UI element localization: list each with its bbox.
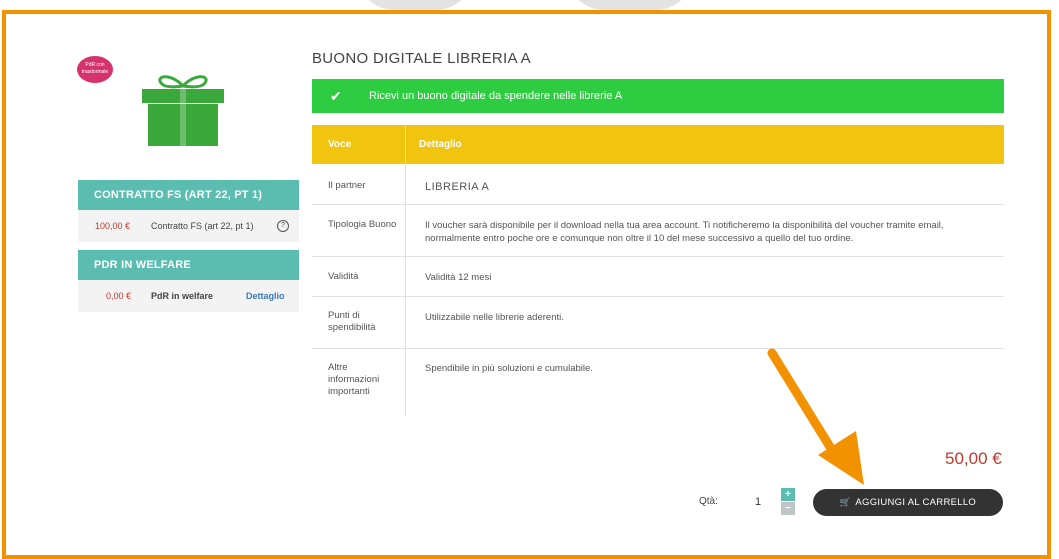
info-icon[interactable]: ? <box>277 220 289 232</box>
details-table-header: Voce Dettaglio <box>312 125 1004 164</box>
table-row-label: Tipologia Buono <box>328 219 397 230</box>
header-divider <box>405 125 406 164</box>
contract-amount: 100,00 € <box>95 221 131 231</box>
welfare-label: PdR in welfare <box>151 291 214 301</box>
contract-section-header: CONTRATTO FS (ART 22, PT 1) <box>78 180 299 210</box>
table-row-value: Spendibile in più soluzioni e cumulabile… <box>425 363 593 374</box>
welfare-balance-row: 0,00 € PdR in welfare Dettaglio <box>78 280 299 312</box>
annotation-arrow <box>767 348 864 485</box>
table-row-label: Il partner <box>328 180 366 191</box>
row-divider <box>312 296 1004 297</box>
table-row-value: Validità 12 mesi <box>425 272 492 283</box>
decor-shape <box>565 0 695 10</box>
product-price: 50,00 € <box>945 449 1002 468</box>
table-row-label: Altre informazioni importanti <box>328 362 380 397</box>
table-row-value: LIBRERIA A <box>425 181 490 193</box>
contract-label: Contratto FS (art 22, pt 1) <box>151 221 254 231</box>
add-to-cart-label: AGGIUNGI AL CARRELLO <box>855 497 977 508</box>
add-to-cart-button[interactable]: 🛒 AGGIUNGI AL CARRELLO <box>813 489 1003 516</box>
pdr-badge: PdR con trasdormale <box>77 56 113 83</box>
check-icon: ✔ <box>330 88 342 104</box>
welfare-section-header: PDR IN WELFARE <box>78 250 299 280</box>
column-divider <box>405 164 406 416</box>
header-dettaglio: Dettaglio <box>419 139 462 150</box>
table-row-label: Validità <box>328 271 359 282</box>
info-banner: ✔ Ricevi un buono digitale da spendere n… <box>312 79 1004 113</box>
table-row-value: Il voucher sarà disponibile per il downl… <box>425 220 944 244</box>
table-row-value: Utilizzabile nelle librerie aderenti. <box>425 312 564 323</box>
welfare-amount: 0,00 € <box>106 291 132 301</box>
row-divider <box>312 256 1004 257</box>
decor-shape <box>355 0 475 10</box>
quantity-label: Qtà: <box>699 496 718 507</box>
welfare-detail-link[interactable]: Dettaglio <box>246 291 285 301</box>
cart-icon: 🛒 <box>839 497 852 507</box>
quantity-decrease-button[interactable]: − <box>781 502 795 515</box>
quantity-input[interactable] <box>736 490 780 514</box>
contract-balance-row: 100,00 € Contratto FS (art 22, pt 1) ? <box>78 210 299 242</box>
table-row-label: Punti di spendibilità <box>328 310 376 333</box>
banner-text: Ricevi un buono digitale da spendere nel… <box>369 90 623 102</box>
row-divider <box>312 204 1004 205</box>
product-title: BUONO DIGITALE LIBRERIA A <box>312 50 531 67</box>
row-divider <box>312 348 1004 349</box>
gift-icon <box>142 75 224 146</box>
quantity-increase-button[interactable]: + <box>781 488 795 501</box>
header-voce: Voce <box>328 139 352 150</box>
